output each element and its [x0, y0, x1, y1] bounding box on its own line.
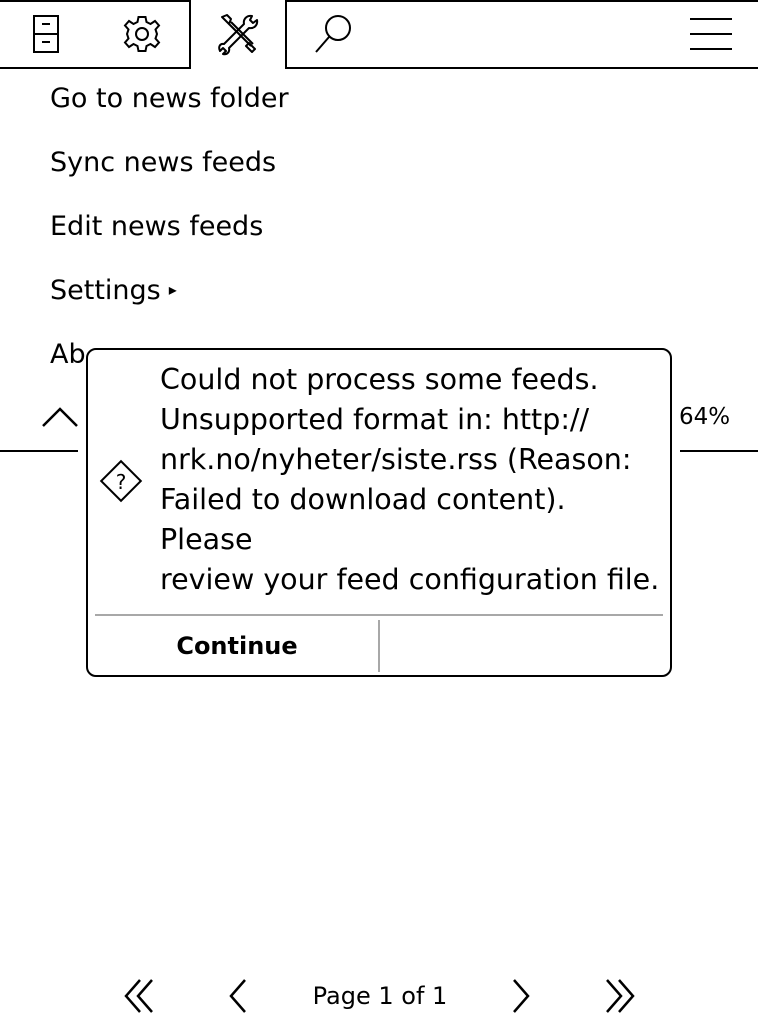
- tab-bar-top-border: [0, 0, 191, 2]
- menu-item-label: Edit news feeds: [50, 211, 264, 242]
- previous-page-icon: [229, 979, 246, 1013]
- gear-icon: [123, 16, 161, 52]
- tab-bar-bottom-border: [285, 67, 758, 69]
- frontlight-separator: [680, 450, 758, 452]
- menu-item-label: Ab: [50, 339, 86, 370]
- menu-item-go-to-news-folder[interactable]: Go to news folder: [50, 79, 289, 119]
- menu-item-label: Settings: [50, 275, 161, 306]
- active-tab-border: [285, 0, 287, 69]
- svg-text:?: ?: [116, 470, 127, 494]
- frontlight-separator: [0, 450, 78, 452]
- hamburger-menu-icon: [690, 18, 732, 50]
- tools-icon: [218, 14, 259, 56]
- menu-item-label: Go to news folder: [50, 83, 289, 114]
- tab-settings[interactable]: [118, 10, 166, 58]
- question-diamond-icon: ?: [98, 458, 144, 504]
- previous-page-button[interactable]: [216, 974, 260, 1018]
- menu-item-settings[interactable]: Settings ▸: [50, 271, 177, 311]
- menu-item-edit-news-feeds[interactable]: Edit news feeds: [50, 207, 263, 247]
- tab-bar-top-border: [285, 0, 758, 2]
- first-page-icon: [124, 979, 153, 1013]
- search-icon: [315, 15, 351, 53]
- frontlight-percent: 64%: [679, 404, 731, 430]
- last-page-button[interactable]: [597, 974, 641, 1018]
- error-dialog: ? Could not process some feeds. Unsuppor…: [86, 348, 672, 677]
- frontlight-toggle[interactable]: [40, 400, 80, 430]
- file-cabinet-icon: [33, 15, 59, 53]
- tab-file-browser[interactable]: [23, 10, 71, 58]
- top-tab-bar: [0, 0, 758, 69]
- chevron-up-icon: [42, 407, 78, 427]
- active-tab-border: [189, 0, 191, 69]
- dialog-empty-button-slot: [380, 620, 662, 672]
- tab-tools[interactable]: [214, 10, 262, 58]
- next-page-button[interactable]: [499, 974, 543, 1018]
- menu-item-label: Sync news feeds: [50, 147, 277, 178]
- dialog-separator: [95, 614, 663, 616]
- tab-bar-bottom-border: [0, 67, 191, 69]
- first-page-button[interactable]: [118, 974, 162, 1018]
- page-indicator: Page 1 of 1: [312, 982, 448, 1010]
- last-page-icon: [606, 979, 635, 1013]
- tab-search[interactable]: [310, 10, 358, 58]
- menu-item-about[interactable]: Ab: [50, 335, 86, 375]
- next-page-icon: [513, 979, 530, 1013]
- continue-button[interactable]: Continue: [96, 620, 378, 672]
- submenu-arrow-icon: ▸: [168, 279, 177, 299]
- dialog-message: Could not process some feeds. Unsupporte…: [160, 363, 660, 596]
- main-menu-button[interactable]: [687, 10, 735, 58]
- menu-item-sync-news-feeds[interactable]: Sync news feeds: [50, 143, 276, 183]
